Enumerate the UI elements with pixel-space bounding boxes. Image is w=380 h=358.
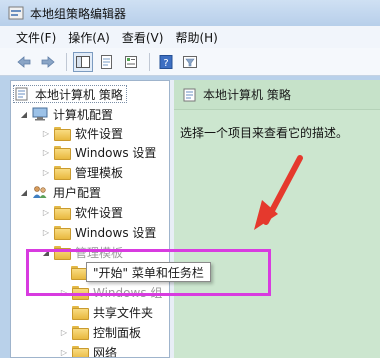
properties-icon [125, 55, 137, 68]
filter-button[interactable] [180, 52, 200, 72]
toolbar: ? [0, 48, 380, 76]
tree-item-windows-components[interactable]: ▷ Windows 组 [59, 283, 162, 301]
tree-item-control-panel[interactable]: ▷ 控制面板 [59, 323, 141, 341]
expanded-triangle-icon[interactable]: ◢ [19, 188, 29, 197]
tree-item-windows-settings[interactable]: ▷ Windows 设置 [41, 143, 156, 161]
expanded-triangle-icon[interactable]: ◢ [41, 248, 51, 257]
policy-document-icon [15, 87, 28, 101]
tree-item-label: 管理模板 [75, 165, 124, 180]
tree-item-label: 软件设置 [75, 126, 124, 141]
tree-item-software-settings[interactable]: ▷ 软件设置 [41, 124, 123, 142]
tree-item-label: 计算机配置 [53, 107, 114, 122]
folder-icon [72, 306, 89, 320]
folder-icon [72, 346, 89, 357]
tree-item-network[interactable]: ▷ 网络 [59, 343, 118, 358]
tree-item-user-software-settings[interactable]: ▷ 软件设置 [41, 203, 123, 221]
menu-file[interactable]: 文件(F) [16, 29, 56, 46]
tree-item-label: Windows 设置 [75, 145, 157, 160]
tree-item-label: 网络 [93, 345, 118, 358]
tree-item-label: 控制面板 [93, 325, 142, 340]
tree-item-label: 管理模板 [75, 245, 124, 260]
show-tree-button[interactable] [73, 51, 93, 72]
tree-item-label: 用户配置 [53, 185, 102, 200]
menu-action[interactable]: 操作(A) [68, 29, 110, 46]
tree-root-label: 本地计算机 策略 [35, 87, 123, 102]
tree-root[interactable]: 本地计算机 策略 [13, 85, 127, 103]
folder-icon [54, 166, 71, 180]
collapsed-triangle-icon[interactable]: ▷ [41, 208, 51, 217]
collapsed-triangle-icon[interactable]: ▷ [59, 288, 69, 297]
red-annotation-arrow-icon [254, 155, 303, 230]
group-policy-app-icon [8, 6, 24, 20]
collapsed-triangle-icon[interactable]: ▷ [41, 228, 51, 237]
tree-item-admin-templates[interactable]: ▷ 管理模板 [41, 163, 123, 181]
folder-icon [54, 246, 71, 260]
properties-button[interactable] [121, 52, 141, 72]
forward-button[interactable] [38, 52, 58, 72]
toolbar-separator [66, 52, 67, 71]
menu-help[interactable]: 帮助(H) [175, 29, 217, 46]
details-pane: 本地计算机 策略 选择一个项目来查看它的描述。 [174, 80, 380, 358]
help-icon: ? [159, 54, 173, 69]
navigation-tree[interactable]: 本地计算机 策略 ◢ 计算机配置 ▷ 软件设置 ▷ Windows 设置 ▷ 管… [10, 80, 170, 358]
collapsed-triangle-icon[interactable]: ▷ [59, 328, 69, 337]
back-arrow-icon [17, 55, 31, 68]
collapsed-triangle-icon[interactable]: ▷ [41, 148, 51, 157]
title-bar: 本地组策略编辑器 [0, 0, 380, 26]
folder-icon [54, 206, 71, 220]
toolbar-separator [149, 52, 150, 71]
folder-icon [71, 266, 88, 280]
folder-icon [54, 127, 71, 141]
back-button[interactable] [14, 52, 34, 72]
svg-text:?: ? [163, 58, 168, 69]
menu-bar: 文件(F) 操作(A) 查看(V) 帮助(H) [0, 26, 380, 48]
tree-item-shared-folders[interactable]: 共享文件夹 [72, 303, 153, 321]
folder-icon [72, 286, 89, 300]
export-list-button[interactable] [97, 52, 117, 72]
collapsed-triangle-icon[interactable]: ▷ [41, 168, 51, 177]
collapsed-triangle-icon[interactable]: ▷ [59, 348, 69, 357]
export-list-icon [101, 54, 112, 69]
show-tree-icon [76, 55, 90, 68]
expanded-triangle-icon[interactable]: ◢ [19, 110, 29, 119]
computer-icon [32, 107, 48, 121]
tree-item-user-config[interactable]: ◢ 用户配置 [19, 183, 101, 201]
forward-arrow-icon [41, 55, 55, 68]
tree-item-label: Windows 设置 [75, 225, 157, 240]
help-button[interactable]: ? [156, 52, 176, 72]
filter-icon [183, 55, 197, 68]
folder-icon [54, 226, 71, 240]
tree-item-computer-config[interactable]: ◢ 计算机配置 [19, 105, 113, 123]
tooltip-start-menu-taskbar: "开始" 菜单和任务栏 [86, 262, 211, 282]
tree-item-label: 软件设置 [75, 205, 124, 220]
folder-icon [54, 146, 71, 160]
menu-view[interactable]: 查看(V) [122, 29, 164, 46]
tree-item-label: Windows 组 [93, 285, 163, 300]
folder-icon [72, 326, 89, 340]
window-title: 本地组策略编辑器 [30, 6, 127, 21]
users-icon [33, 186, 47, 198]
tree-item-user-admin-templates[interactable]: ◢ 管理模板 [41, 243, 123, 261]
tree-item-label: 共享文件夹 [93, 305, 154, 320]
tree-item-user-windows-settings[interactable]: ▷ Windows 设置 [41, 223, 156, 241]
collapsed-triangle-icon[interactable]: ▷ [41, 129, 51, 138]
